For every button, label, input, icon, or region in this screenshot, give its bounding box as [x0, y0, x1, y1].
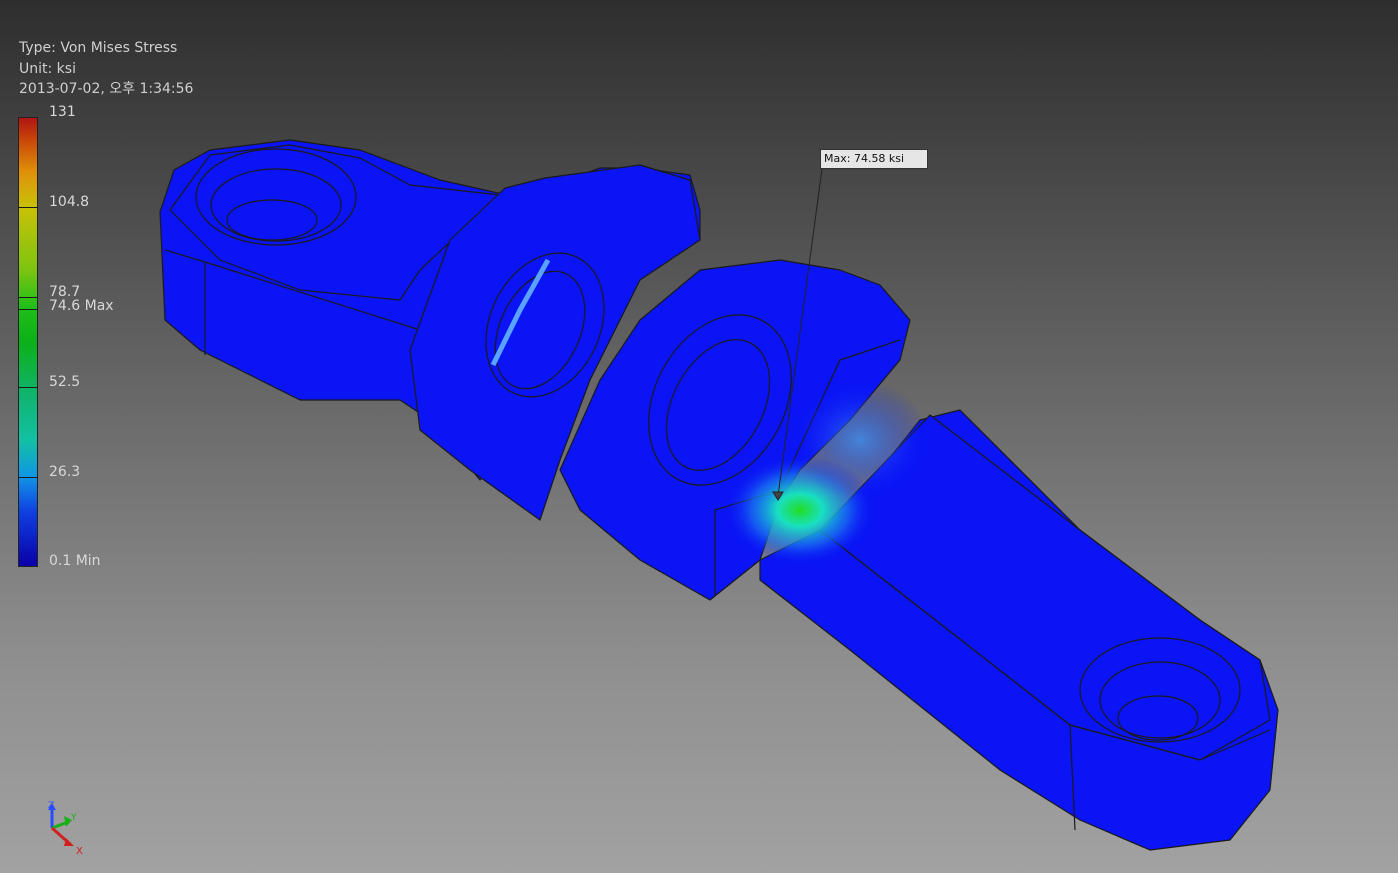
bracket-part	[159, 139, 1279, 851]
result-unit: Unit: ksi	[19, 60, 76, 77]
triad-y-label: Y	[70, 813, 77, 823]
legend-label: 104.8	[49, 194, 90, 210]
legend-tick	[18, 477, 38, 478]
max-probe-label[interactable]: Max: 74.58 ksi	[820, 149, 928, 169]
result-timestamp: 2013-07-02, 오후 1:34:56	[19, 81, 194, 97]
legend-tick	[18, 387, 38, 388]
stress-color-legend	[18, 117, 38, 567]
legend-label-max-value: 131	[49, 104, 76, 120]
legend-tick	[18, 207, 38, 208]
legend-label-result-max: 74.6 Max	[49, 298, 114, 314]
triad-z-label: Z	[48, 801, 54, 811]
view-triad-icon[interactable]: Z Y X	[38, 800, 98, 860]
legend-label: 52.5	[49, 374, 81, 390]
legend-tick	[18, 309, 38, 310]
triad-x-label: X	[76, 846, 83, 857]
result-type: Type: Von Mises Stress	[19, 40, 178, 56]
legend-tick	[18, 297, 38, 298]
fea-model-viewport[interactable]	[0, 0, 1398, 873]
legend-label-min: 0.1 Min	[49, 553, 101, 569]
stress-gradient-zone	[790, 380, 930, 500]
legend-label: 26.3	[49, 464, 81, 480]
result-info: Type: Von Mises Stress Unit: ksi 2013-07…	[19, 38, 193, 100]
